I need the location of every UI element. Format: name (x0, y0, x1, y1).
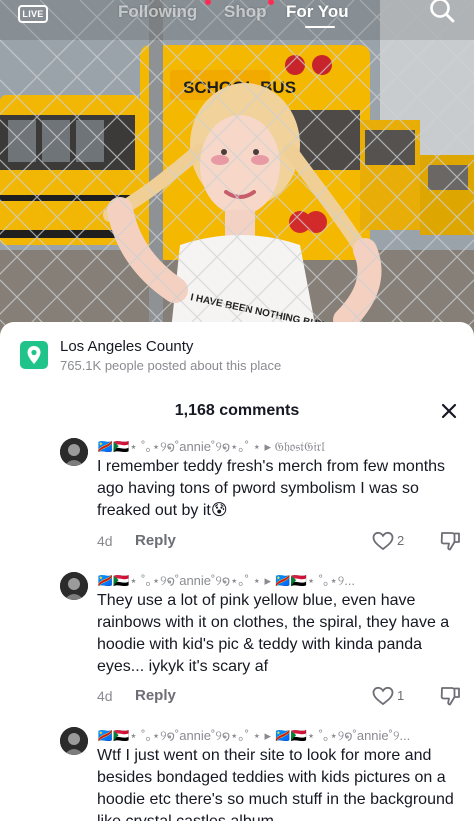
like-button[interactable] (372, 686, 394, 706)
comment-text: Wtf I just went on their site to look fo… (97, 747, 454, 821)
like-count: 1 (397, 688, 405, 703)
tab-shop[interactable]: Shop (224, 2, 267, 22)
comment-item: 🇨🇩🇸🇩⋆ ˚｡⋆୨໑˚annie˚୨໑⋆｡˚ ⋆ ▸ 𝔊𝔥𝔬𝔰𝔱𝔊𝔦𝔯𝔩 I … (0, 434, 474, 559)
comments-sheet: Los Angeles County 765.1K people posted … (0, 322, 474, 821)
comment-username[interactable]: 🇨🇩🇸🇩⋆ ˚｡⋆୨໑˚annie˚୨໑⋆｡˚ ⋆ ▸ 🇨🇩🇸🇩⋆ ˚｡⋆୨໑˚… (97, 725, 462, 744)
live-label: LIVE (22, 9, 44, 19)
comment-time: 4d (97, 533, 113, 549)
avatar[interactable] (60, 727, 88, 755)
tab-following[interactable]: Following (118, 2, 197, 22)
dislike-button[interactable] (439, 685, 461, 707)
tiktok-screen: SCHOOL BUS I HAVE BEEN NOTHING BUT SEXY … (0, 0, 474, 821)
like-button[interactable] (372, 531, 394, 551)
close-icon (441, 403, 457, 419)
search-button[interactable] (428, 0, 456, 24)
following-notification-dot (205, 0, 211, 5)
thumbs-down-icon (440, 532, 460, 551)
comment-text: I remember teddy fresh's merch from few … (97, 458, 446, 519)
comment-username[interactable]: 🇨🇩🇸🇩⋆ ˚｡⋆୨໑˚annie˚୨໑⋆｡˚ ⋆ ▸ 𝔊𝔥𝔬𝔰𝔱𝔊𝔦𝔯𝔩 (97, 436, 462, 455)
reply-button[interactable]: Reply (135, 532, 176, 549)
comments-count-title: 1,168 comments (174, 402, 300, 419)
avatar[interactable] (60, 438, 88, 466)
close-comments-button[interactable] (436, 398, 462, 424)
live-button[interactable]: LIVE (18, 2, 48, 24)
place-banner[interactable]: Los Angeles County 765.1K people posted … (20, 336, 460, 376)
heart-icon (372, 686, 394, 706)
active-tab-indicator (305, 26, 335, 28)
video-player[interactable]: SCHOOL BUS I HAVE BEEN NOTHING BUT SEXY … (0, 0, 474, 340)
like-count: 2 (397, 533, 405, 548)
place-subtitle: 765.1K people posted about this place (60, 358, 282, 373)
reply-button[interactable]: Reply (135, 687, 176, 704)
tab-for-you[interactable]: For You (286, 2, 349, 22)
shop-notification-dot (268, 0, 274, 5)
heart-icon (372, 531, 394, 551)
dislike-button[interactable] (439, 530, 461, 552)
search-icon (430, 0, 455, 23)
thumbs-down-icon (440, 687, 460, 706)
comment-item: 🇨🇩🇸🇩⋆ ˚｡⋆୨໑˚annie˚୨໑⋆｡˚ ⋆ ▸ 🇨🇩🇸🇩⋆ ˚｡⋆୨໑˚… (0, 723, 474, 821)
comment-text: They use a lot of pink yellow blue, even… (97, 592, 450, 675)
place-name: Los Angeles County (60, 338, 194, 355)
video-frame-illustration: SCHOOL BUS I HAVE BEEN NOTHING BUT SEXY … (0, 0, 474, 340)
top-navigation: LIVE Following Shop For You (0, 0, 474, 28)
avatar[interactable] (60, 572, 88, 600)
location-pin-icon (20, 341, 48, 369)
comment-username[interactable]: 🇨🇩🇸🇩⋆ ˚｡⋆୨໑˚annie˚୨໑⋆｡˚ ⋆ ▸ 🇨🇩🇸🇩⋆ ˚｡⋆୨..… (97, 570, 462, 589)
comment-time: 4d (97, 688, 113, 704)
comment-item: 🇨🇩🇸🇩⋆ ˚｡⋆୨໑˚annie˚୨໑⋆｡˚ ⋆ ▸ 🇨🇩🇸🇩⋆ ˚｡⋆୨..… (0, 568, 474, 713)
